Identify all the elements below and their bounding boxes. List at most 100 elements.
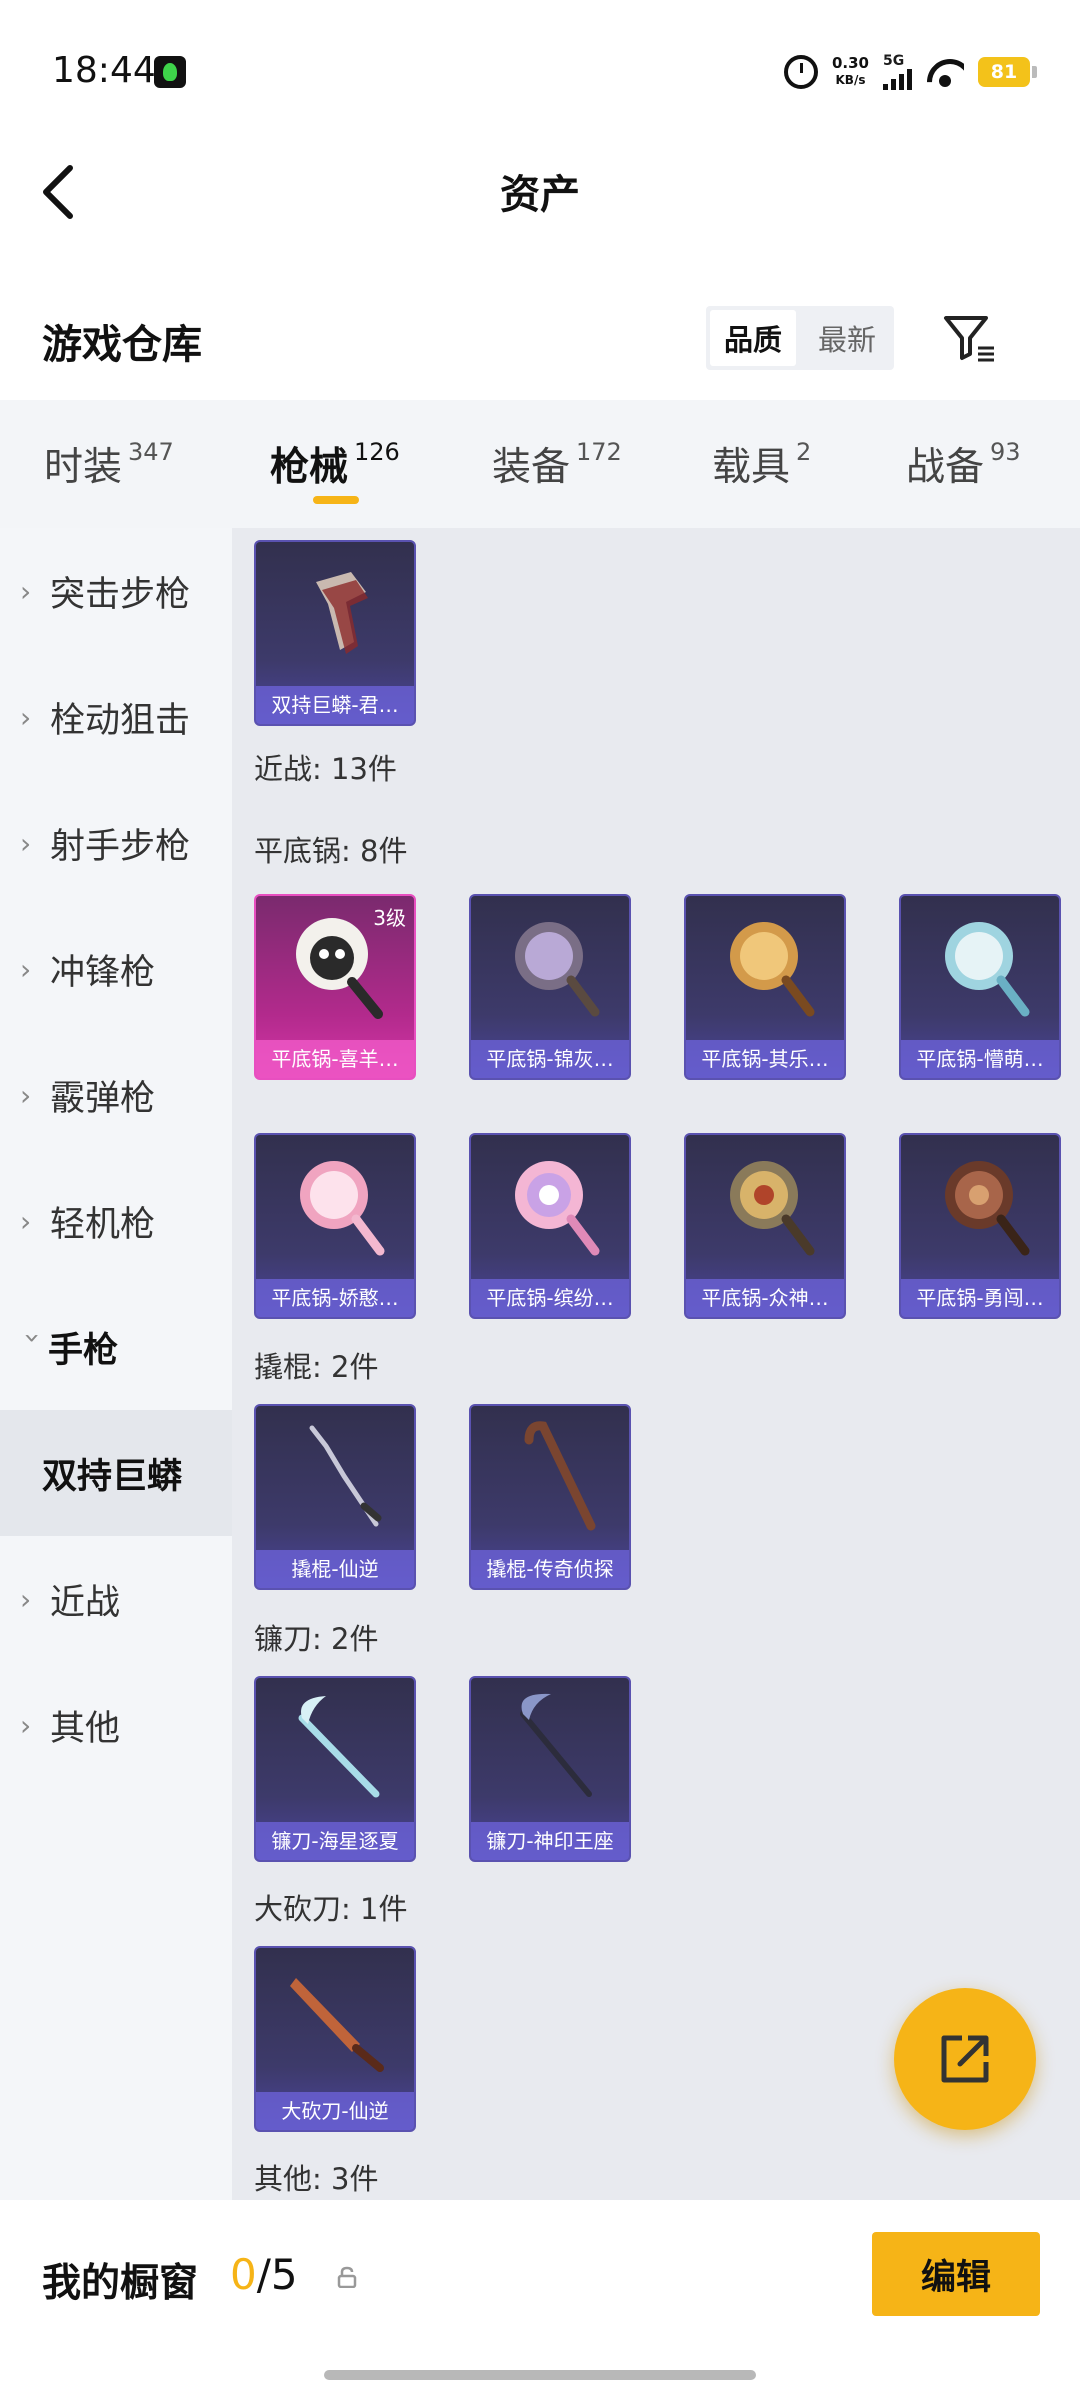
sidebar-item-label: 冲锋枪 bbox=[50, 952, 156, 993]
item-card[interactable]: 平底锅-懵萌… bbox=[899, 894, 1061, 1080]
item-name: 镰刀-神印王座 bbox=[471, 1822, 629, 1860]
item-name: 镰刀-海星逐夏 bbox=[256, 1822, 414, 1860]
sort-by-newest[interactable]: 最新 bbox=[804, 310, 890, 366]
tab-fashion[interactable]: 时装 347 bbox=[44, 436, 174, 492]
item-card[interactable]: 平底锅-众神… bbox=[684, 1133, 846, 1319]
pan-image bbox=[945, 1161, 1030, 1256]
status-bar: 18:44 0.30 KB/s 5G 81 bbox=[0, 0, 1080, 140]
chevron-right-icon: › bbox=[20, 952, 32, 986]
page-title: 资产 bbox=[500, 172, 580, 218]
section-label: 其他: 3件 bbox=[254, 2162, 379, 2196]
section-label: 平底锅: 8件 bbox=[254, 834, 408, 868]
signal-icon bbox=[883, 68, 912, 90]
item-grid: 双持巨蟒-君… 近战: 13件 平底锅: 8件 3级 平底锅-喜羊… 平底锅-锦… bbox=[232, 528, 1080, 2200]
tab-vehicles[interactable]: 载具 2 bbox=[712, 436, 811, 492]
showcase-label: 我的橱窗 bbox=[42, 2261, 199, 2306]
showcase-current: 0 bbox=[230, 2250, 257, 2299]
sidebar-item-assault-rifle[interactable]: › 突击步枪 bbox=[0, 528, 232, 654]
item-name: 平底锅-娇憨… bbox=[256, 1279, 414, 1317]
share-external-icon bbox=[941, 2035, 989, 2083]
item-card[interactable]: 平底锅-其乐… bbox=[684, 894, 846, 1080]
item-name: 撬棍-传奇侦探 bbox=[471, 1550, 629, 1588]
sidebar-item-label: 双持巨蟒 bbox=[42, 1456, 183, 1497]
machete-image bbox=[290, 1978, 384, 2072]
item-card[interactable]: 平底锅-娇憨… bbox=[254, 1133, 416, 1319]
chevron-right-icon: › bbox=[20, 574, 32, 608]
warehouse-title: 游戏仓库 bbox=[42, 322, 202, 368]
item-name: 大砍刀-仙逆 bbox=[256, 2092, 414, 2130]
chevron-right-icon: › bbox=[20, 1708, 32, 1742]
sidebar-item-other[interactable]: › 其他 bbox=[0, 1662, 232, 1788]
pan-image bbox=[300, 1161, 385, 1256]
chevron-right-icon: › bbox=[20, 826, 32, 860]
chevron-right-icon: › bbox=[20, 1078, 32, 1112]
sidebar-item-label: 近战 bbox=[50, 1582, 121, 1623]
pan-image bbox=[730, 922, 815, 1017]
wifi-icon bbox=[926, 57, 964, 87]
sidebar-item-dual-python[interactable]: 双持巨蟒 bbox=[0, 1410, 232, 1536]
sidebar-item-marksman-rifle[interactable]: › 射手步枪 bbox=[0, 780, 232, 906]
sort-by-quality[interactable]: 品质 bbox=[710, 310, 796, 366]
item-level: 3级 bbox=[373, 906, 406, 930]
home-indicator[interactable] bbox=[324, 2370, 756, 2380]
showcase-count: 0/5 bbox=[230, 2250, 298, 2299]
item-card[interactable]: 撬棍-传奇侦探 bbox=[469, 1404, 631, 1590]
tab-label: 载具 bbox=[712, 445, 791, 490]
item-name: 平底锅-勇闯… bbox=[901, 1279, 1059, 1317]
dual-revolver-image bbox=[316, 572, 368, 654]
tab-count: 172 bbox=[576, 438, 622, 466]
item-name: 双持巨蟒-君… bbox=[256, 686, 414, 724]
sidebar-item-label: 其他 bbox=[50, 1708, 121, 1749]
item-card[interactable]: 镰刀-海星逐夏 bbox=[254, 1676, 416, 1862]
item-card[interactable]: 平底锅-锦灰… bbox=[469, 894, 631, 1080]
pan-image bbox=[515, 1161, 600, 1256]
sidebar-item-label: 轻机枪 bbox=[50, 1204, 156, 1245]
item-card[interactable]: 镰刀-神印王座 bbox=[469, 1676, 631, 1862]
sidebar-item-label: 射手步枪 bbox=[50, 826, 191, 867]
sidebar-item-label: 突击步枪 bbox=[50, 574, 191, 615]
tab-label: 战备 bbox=[906, 445, 985, 490]
edit-button[interactable]: 编辑 bbox=[872, 2232, 1040, 2316]
tab-combat-gear[interactable]: 战备 93 bbox=[906, 436, 1021, 492]
network-speed-unit: KB/s bbox=[835, 73, 866, 87]
item-name: 平底锅-喜羊… bbox=[256, 1040, 414, 1078]
header: 资产 bbox=[0, 140, 1080, 250]
section-label: 镰刀: 2件 bbox=[254, 1622, 379, 1656]
tab-count: 93 bbox=[990, 438, 1021, 466]
chevron-right-icon: › bbox=[20, 1204, 32, 1238]
sidebar-item-shotgun[interactable]: › 霰弹枪 bbox=[0, 1032, 232, 1158]
pan-image bbox=[945, 922, 1030, 1017]
item-card[interactable]: 3级 平底锅-喜羊… bbox=[254, 894, 416, 1080]
item-card[interactable]: 平底锅-缤纷… bbox=[469, 1133, 631, 1319]
sidebar-item-smg[interactable]: › 冲锋枪 bbox=[0, 906, 232, 1032]
item-card[interactable]: 双持巨蟒-君… bbox=[254, 540, 416, 726]
tab-label: 枪械 bbox=[270, 445, 349, 490]
chevron-down-icon: › bbox=[16, 1332, 50, 1344]
network-speed-value: 0.30 bbox=[831, 54, 869, 72]
app-notification-icon bbox=[154, 56, 186, 88]
sidebar-item-label: 霰弹枪 bbox=[50, 1078, 156, 1119]
sidebar-item-pistol[interactable]: › 手枪 bbox=[0, 1284, 232, 1410]
tab-firearms[interactable]: 枪械 126 bbox=[270, 436, 400, 492]
item-name: 平底锅-锦灰… bbox=[471, 1040, 629, 1078]
item-card[interactable]: 大砍刀-仙逆 bbox=[254, 1946, 416, 2132]
status-time: 18:44 bbox=[52, 50, 156, 91]
chevron-right-icon: › bbox=[20, 1582, 32, 1616]
sidebar: › 突击步枪 › 栓动狙击 › 射手步枪 › 冲锋枪 › 霰弹枪 › 轻机枪 ›… bbox=[0, 528, 232, 2200]
sidebar-item-melee[interactable]: › 近战 bbox=[0, 1536, 232, 1662]
lock-icon bbox=[337, 2266, 357, 2288]
sidebar-item-lmg[interactable]: › 轻机枪 bbox=[0, 1158, 232, 1284]
filter-icon[interactable] bbox=[940, 308, 998, 366]
section-label: 撬棍: 2件 bbox=[254, 1350, 379, 1384]
item-card[interactable]: 撬棍-仙逆 bbox=[254, 1404, 416, 1590]
status-indicators: 0.30 KB/s 5G 81 bbox=[783, 52, 1037, 92]
crowbar-image bbox=[309, 1425, 382, 1527]
network-speed: 0.30 KB/s bbox=[832, 55, 869, 89]
pan-image bbox=[515, 922, 600, 1017]
sidebar-item-bolt-sniper[interactable]: › 栓动狙击 bbox=[0, 654, 232, 780]
tab-equipment[interactable]: 装备 172 bbox=[492, 436, 622, 492]
share-button[interactable] bbox=[894, 1988, 1036, 2130]
item-name: 平底锅-缤纷… bbox=[471, 1279, 629, 1317]
item-card[interactable]: 平底锅-勇闯… bbox=[899, 1133, 1061, 1319]
section-label: 近战: 13件 bbox=[254, 752, 397, 786]
